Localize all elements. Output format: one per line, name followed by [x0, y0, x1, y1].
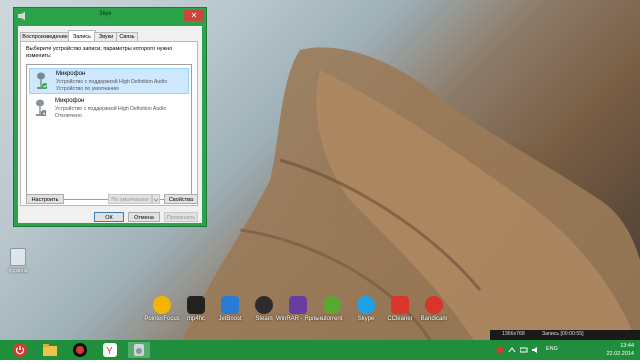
clock[interactable]: 13:44 22.02.2014: [606, 342, 634, 358]
recycle-bin[interactable]: Корзина: [4, 248, 32, 282]
ccleaner-icon: [391, 296, 409, 314]
winrar-icon: [289, 296, 307, 314]
pointerfocus-icon: [153, 296, 171, 314]
close-button[interactable]: ✕: [184, 10, 204, 21]
ok-button[interactable]: ОК: [94, 212, 124, 222]
folder-icon: [43, 344, 57, 356]
instruction-text: Выберите устройство записи, параметры ко…: [26, 46, 173, 59]
skype-icon: [357, 296, 375, 314]
device-description: Устройство с поддержкой High Definition …: [56, 79, 168, 85]
power-button[interactable]: [12, 342, 28, 358]
system-tray: ENG 13:44 22.02.2014: [490, 340, 640, 360]
chevron-down-icon: [153, 198, 159, 202]
steam-icon: [255, 296, 273, 314]
set-default-dropdown[interactable]: [152, 194, 160, 204]
device-status: Отключено: [55, 113, 82, 119]
power-icon: [13, 343, 27, 357]
utorrent-icon: [323, 296, 341, 314]
device-item[interactable]: Микрофон Устройство с поддержкой High De…: [29, 68, 189, 94]
language-indicator[interactable]: ENG: [546, 346, 558, 352]
recycle-bin-icon: [10, 248, 26, 266]
svg-text:Y: Y: [106, 346, 113, 357]
record-indicator-icon: [496, 346, 504, 354]
taskbar: Y ENG 13:44 22.02.2014: [0, 340, 640, 360]
configure-button[interactable]: Настроить: [26, 194, 64, 204]
speaker-icon: [18, 12, 25, 20]
microphone-icon: [36, 99, 46, 116]
chevron-up-icon[interactable]: [508, 346, 516, 354]
taskbar-explorer[interactable]: [42, 342, 58, 358]
bandicam-icon: [425, 296, 443, 314]
sound-settings-icon: [134, 344, 144, 356]
volume-icon[interactable]: [532, 346, 540, 354]
device-list[interactable]: Микрофон Устройство с поддержкой High De…: [26, 64, 192, 200]
taskbar-yandex[interactable]: Y: [102, 342, 118, 358]
taskbar-sound-control[interactable]: [128, 342, 150, 358]
properties-button[interactable]: Свойства: [164, 194, 198, 204]
taskbar-recorder[interactable]: [72, 342, 88, 358]
cancel-button[interactable]: Отмена: [128, 212, 160, 222]
mp4hc-icon: [187, 296, 205, 314]
record-icon: [73, 343, 87, 357]
device-description: Устройство с поддержкой High Definition …: [55, 106, 167, 112]
jetboost-icon: [221, 296, 239, 314]
clock-time: 13:44: [620, 343, 634, 349]
recorder-bar: 1366x768 Запись [00:00:55]: [490, 330, 640, 340]
dialog-client: Воспроизведение Запись Звуки Связь Выбер…: [18, 26, 202, 223]
dialog-titlebar[interactable]: Звук ✕: [14, 8, 206, 25]
clock-date: 22.02.2014: [606, 351, 634, 357]
microphone-icon: [37, 72, 47, 89]
recording-panel: Выберите устройство записи, параметры ко…: [20, 41, 198, 206]
shortcut-label: Bandicam: [420, 316, 448, 322]
recorder-status: Запись [00:00:55]: [542, 331, 584, 337]
dialog-title: Звук: [99, 11, 112, 17]
set-default-button[interactable]: По умолчанию: [108, 194, 152, 204]
device-name: Микрофон: [55, 98, 85, 104]
device-item[interactable]: Микрофон Устройство с поддержкой High De…: [29, 96, 189, 122]
apply-button[interactable]: Применить: [164, 212, 198, 222]
yandex-browser-icon: Y: [103, 343, 117, 357]
sound-dialog: Звук ✕ Воспроизведение Запись Звуки Связ…: [13, 7, 207, 227]
recorder-resolution: 1366x768: [502, 331, 525, 337]
battery-icon[interactable]: [520, 346, 528, 354]
desktop-shortcuts: PointerFocus mp4hc JetBoost Steam WinRAR…: [140, 296, 470, 332]
device-status: Устройство по умолчанию: [56, 86, 119, 92]
shortcut-bandicam[interactable]: Bandicam: [412, 296, 456, 332]
recycle-bin-label: Корзина: [8, 268, 28, 274]
device-name: Микрофон: [56, 71, 86, 77]
